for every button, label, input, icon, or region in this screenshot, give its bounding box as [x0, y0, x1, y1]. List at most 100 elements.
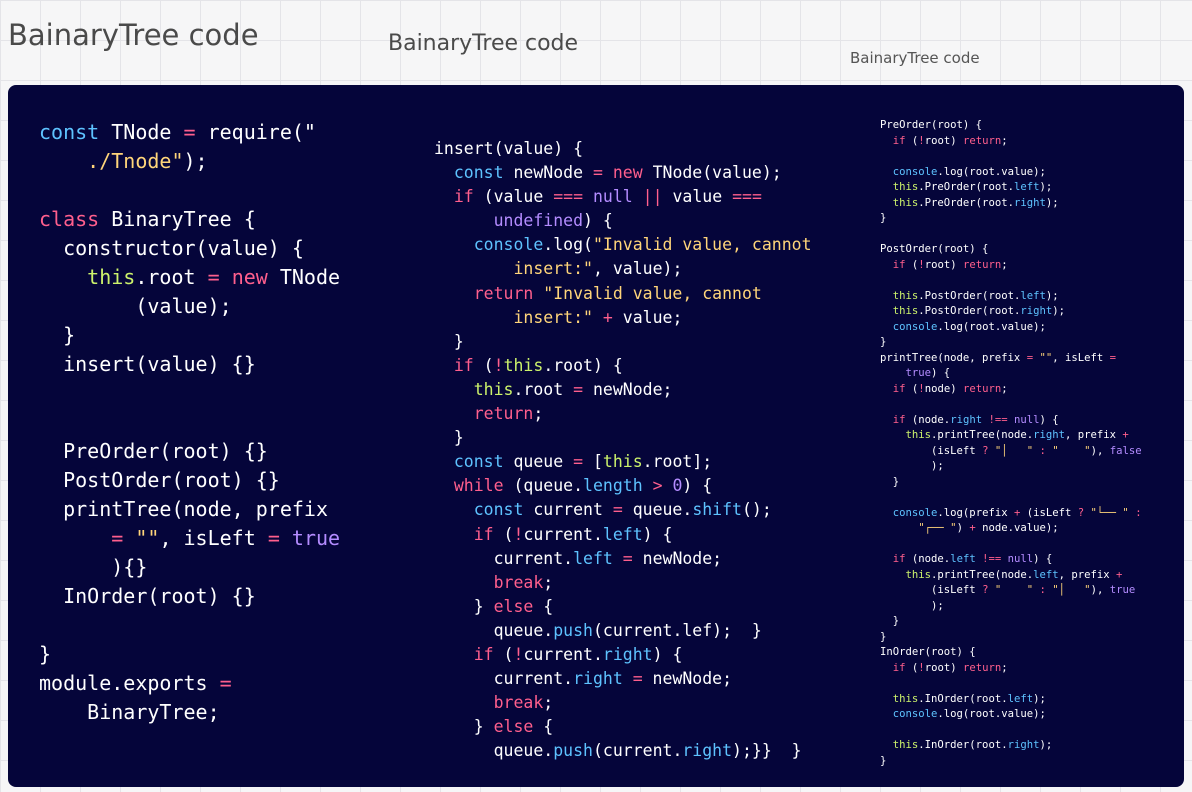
code-token: = — [267, 526, 280, 550]
code-token: this — [602, 452, 643, 472]
code-token: .root) { — [543, 355, 623, 375]
code-line: if (!current.right) { — [434, 644, 683, 664]
code-line: this.printTree(node.left, prefix + — [880, 568, 1123, 581]
code-token: || — [642, 187, 663, 207]
code-token: } — [434, 717, 494, 737]
code-token: ./Tnode" — [87, 149, 184, 173]
code-token: this — [905, 429, 932, 441]
code-token: ! — [513, 644, 524, 664]
code-token: , prefix — [1064, 429, 1123, 441]
code-token: left — [1013, 181, 1040, 193]
code-token: queue. — [434, 620, 554, 640]
code-token: } — [880, 336, 887, 348]
code-token: null — [1014, 413, 1040, 426]
code-token: .log(prefix — [937, 506, 1014, 519]
code-token: ); — [1045, 196, 1059, 209]
code-token: ( — [493, 524, 514, 544]
code-token: newNode; — [642, 669, 733, 689]
code-token: if — [892, 134, 906, 147]
code-frame-class-skeleton[interactable]: const TNode = require(" ./Tnode"); class… — [8, 85, 393, 787]
code-token: if — [453, 187, 474, 207]
code-line: break; — [434, 693, 554, 712]
code-line: insert(value) {} — [39, 352, 256, 376]
code-line: this.root = newNode; — [434, 379, 673, 399]
code-line: this.InOrder(root.right); — [880, 739, 1052, 751]
code-token: "Invalid value, cannot — [592, 235, 812, 255]
code-line: if (!node) return; — [880, 383, 1008, 395]
code-token: .PreOrder(root. — [918, 181, 1014, 193]
code-line: } — [880, 212, 886, 224]
code-token: } — [39, 642, 52, 666]
code-token: true — [905, 367, 932, 379]
code-token: newNode — [503, 163, 593, 183]
code-token: node.value); — [975, 522, 1059, 534]
code-token: return — [473, 404, 534, 424]
code-token: ( — [905, 661, 919, 674]
code-token: new — [612, 163, 643, 183]
code-token: (queue. — [503, 476, 584, 496]
code-line: } — [880, 336, 886, 348]
code-token: !== — [988, 413, 1008, 426]
code-line: ); — [880, 600, 944, 612]
code-frame-insert-method[interactable]: insert(value) { const newNode = new TNod… — [388, 85, 872, 787]
code-token: .root]; — [642, 452, 713, 472]
code-token: null — [592, 187, 633, 207]
code-token: ), — [1090, 584, 1110, 596]
code-token: ! — [493, 355, 504, 375]
code-token: TNode — [267, 265, 341, 289]
code-token: = — [573, 379, 584, 399]
code-token: } — [880, 630, 887, 643]
code-token: ; — [533, 404, 544, 424]
code-token: } — [39, 323, 76, 347]
code-token: this — [87, 265, 136, 289]
code-line: ){} — [39, 555, 147, 579]
code-token: , prefix — [1058, 568, 1117, 581]
code-token: true — [1109, 584, 1136, 596]
code-token: right — [1013, 196, 1046, 209]
code-token: null — [1007, 553, 1034, 565]
code-line: (isLeft ? "│ " : " "), false — [880, 445, 1142, 457]
code-token: "│ " — [994, 444, 1034, 457]
code-token: root) — [924, 661, 963, 674]
code-token: const — [453, 163, 504, 183]
code-token: = — [573, 452, 584, 472]
code-token: right — [1033, 429, 1065, 441]
code-line: (value); — [39, 294, 231, 318]
code-token: break — [493, 572, 544, 592]
code-token: console — [892, 165, 938, 178]
code-line: console.log(root.value); — [880, 321, 1046, 333]
code-token: queue. — [434, 741, 554, 761]
code-token: PostOrder(root) { — [880, 243, 989, 255]
code-token: = — [1109, 351, 1117, 364]
code-token: insert:" — [513, 259, 593, 279]
code-frame-traversal-methods[interactable]: PreOrder(root) { if (!root) return; cons… — [866, 85, 1184, 787]
code-line: } — [880, 615, 899, 627]
code-token: ); — [1033, 692, 1046, 705]
code-token: === — [553, 187, 584, 207]
code-token: root) — [924, 258, 963, 271]
code-line: InOrder(root) { — [880, 646, 976, 658]
code-line: console.log(prefix + (isLeft ? "└── " : — [880, 507, 1142, 519]
code-line: } — [434, 332, 464, 351]
code-token: insert:" — [513, 307, 593, 327]
code-token: newNode; — [632, 548, 723, 568]
code-line: queue.push(current.right);}} } — [434, 741, 802, 760]
code-token: ) { — [1033, 553, 1053, 565]
code-token: this — [892, 181, 919, 193]
code-line: console.log("Invalid value, cannot — [434, 235, 812, 254]
code-token: const — [473, 500, 524, 520]
